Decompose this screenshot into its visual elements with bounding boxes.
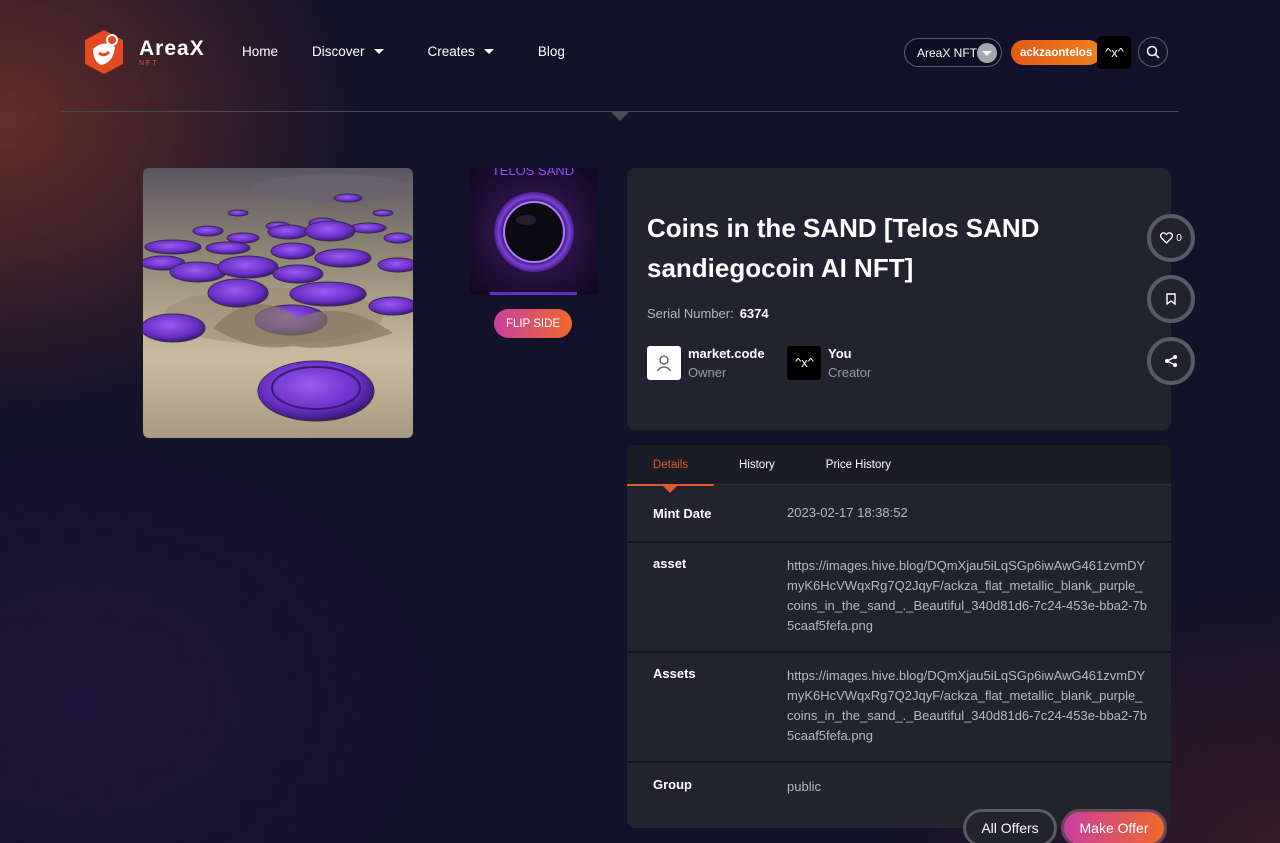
asset-label: asset [653,556,687,571]
bookmark-button[interactable] [1147,275,1195,323]
detail-row-mint-date: Mint Date 2023-02-17 18:38:52 [627,485,1171,543]
network-select[interactable]: AreaX NFT [904,38,1002,67]
username-label: ackzaontelos [1020,46,1093,59]
tab-details[interactable]: Details [627,445,714,493]
site-logo[interactable]: AreaX NFT [79,27,205,77]
nft-flip-thumbnail[interactable]: TELOS SAND [470,168,597,295]
user-account-button[interactable]: ackzaontelos [1011,40,1101,65]
assets-value[interactable]: https://images.hive.blog/DQmXjau5iLqSGp6… [787,666,1147,761]
user-avatar-text: ^x^ [1104,45,1125,60]
nav-home[interactable]: Home [242,44,278,59]
like-count: 0 [1176,232,1182,244]
detail-row-assets: Assets https://images.hive.blog/DQmXjau5… [627,653,1171,763]
thumb-caption: TELOS SAND [492,168,574,178]
tab-history[interactable]: History [714,445,801,485]
creator-avatar-text: ^x^ [794,356,815,370]
creator-avatar: ^x^ [787,346,821,380]
nav-creates-label: Creates [427,44,475,59]
like-button[interactable]: 0 [1147,214,1195,262]
search-button[interactable] [1138,37,1168,67]
owner-avatar [647,346,681,380]
tab-history-label: History [739,459,775,471]
user-avatar[interactable]: ^x^ [1097,36,1131,69]
site-header: AreaX NFT Home Discover Creates Blog Are… [0,0,1280,112]
detail-row-asset: asset https://images.hive.blog/DQmXjau5i… [627,543,1171,653]
nft-artwork [143,168,413,438]
nav-discover-label: Discover [312,44,365,59]
nav-blog-label: Blog [537,44,565,59]
tab-details-label: Details [652,459,689,471]
serial-label: Serial Number: [647,306,734,321]
nft-back-artwork: TELOS SAND [470,168,597,295]
bookmark-icon [1166,293,1176,305]
search-icon [1146,45,1160,59]
all-offers-label: All Offers [981,820,1039,836]
chevron-down-icon [977,43,997,63]
share-icon [1165,355,1177,367]
logo-sub: NFT [139,59,159,67]
nft-main-image[interactable] [143,168,413,438]
owner-role: Owner [688,365,727,380]
group-label: Group [653,777,692,792]
nft-title: Coins in the SAND [Telos SAND sandiegoco… [647,213,1040,283]
creator-role: Creator [828,365,872,380]
main-nav: Home Discover Creates Blog [242,44,609,59]
logo-name: AreaX [139,36,205,60]
heart-icon [1160,232,1174,244]
nav-discover[interactable]: Discover [312,44,384,59]
header-divider-notch [611,112,629,121]
flip-side-button[interactable]: FLIP SIDE [494,309,572,338]
mint-date-label: Mint Date [653,505,712,521]
details-tabs: Details History Price History [627,445,1171,493]
owner-profile[interactable]: market.code Owner [647,346,765,380]
creator-profile[interactable]: ^x^ You Creator [787,346,871,380]
network-select-label: AreaX NFT [917,45,978,60]
make-offer-button[interactable]: Make Offer [1061,809,1167,843]
details-panel: Details History Price History Mint Date … [627,445,1171,828]
make-offer-label: Make Offer [1079,820,1149,836]
mint-date-value: 2023-02-17 18:38:52 [787,505,908,520]
logo-mark-icon [85,30,123,74]
owner-name: market.code [688,346,765,361]
chevron-down-icon [483,49,494,54]
asset-value[interactable]: https://images.hive.blog/DQmXjau5iLqSGp6… [787,556,1147,651]
nav-blog[interactable]: Blog [538,44,565,59]
serial-value: 6374 [739,306,769,321]
nft-info-card: Coins in the SAND [Telos SAND sandiegoco… [627,168,1171,430]
tab-price-history[interactable]: Price History [801,445,916,485]
nav-creates[interactable]: Creates [428,44,494,59]
chevron-down-icon [373,49,384,54]
user-icon [656,355,672,372]
tab-price-history-label: Price History [825,459,891,471]
assets-label: Assets [653,666,696,681]
all-offers-button[interactable]: All Offers [963,809,1057,843]
flip-side-label: FLIP SIDE [505,317,561,330]
share-button[interactable] [1147,337,1195,385]
creator-name: You [828,346,852,361]
nav-home-label: Home [242,44,279,59]
serial-number: Serial Number: 6374 [647,306,769,321]
